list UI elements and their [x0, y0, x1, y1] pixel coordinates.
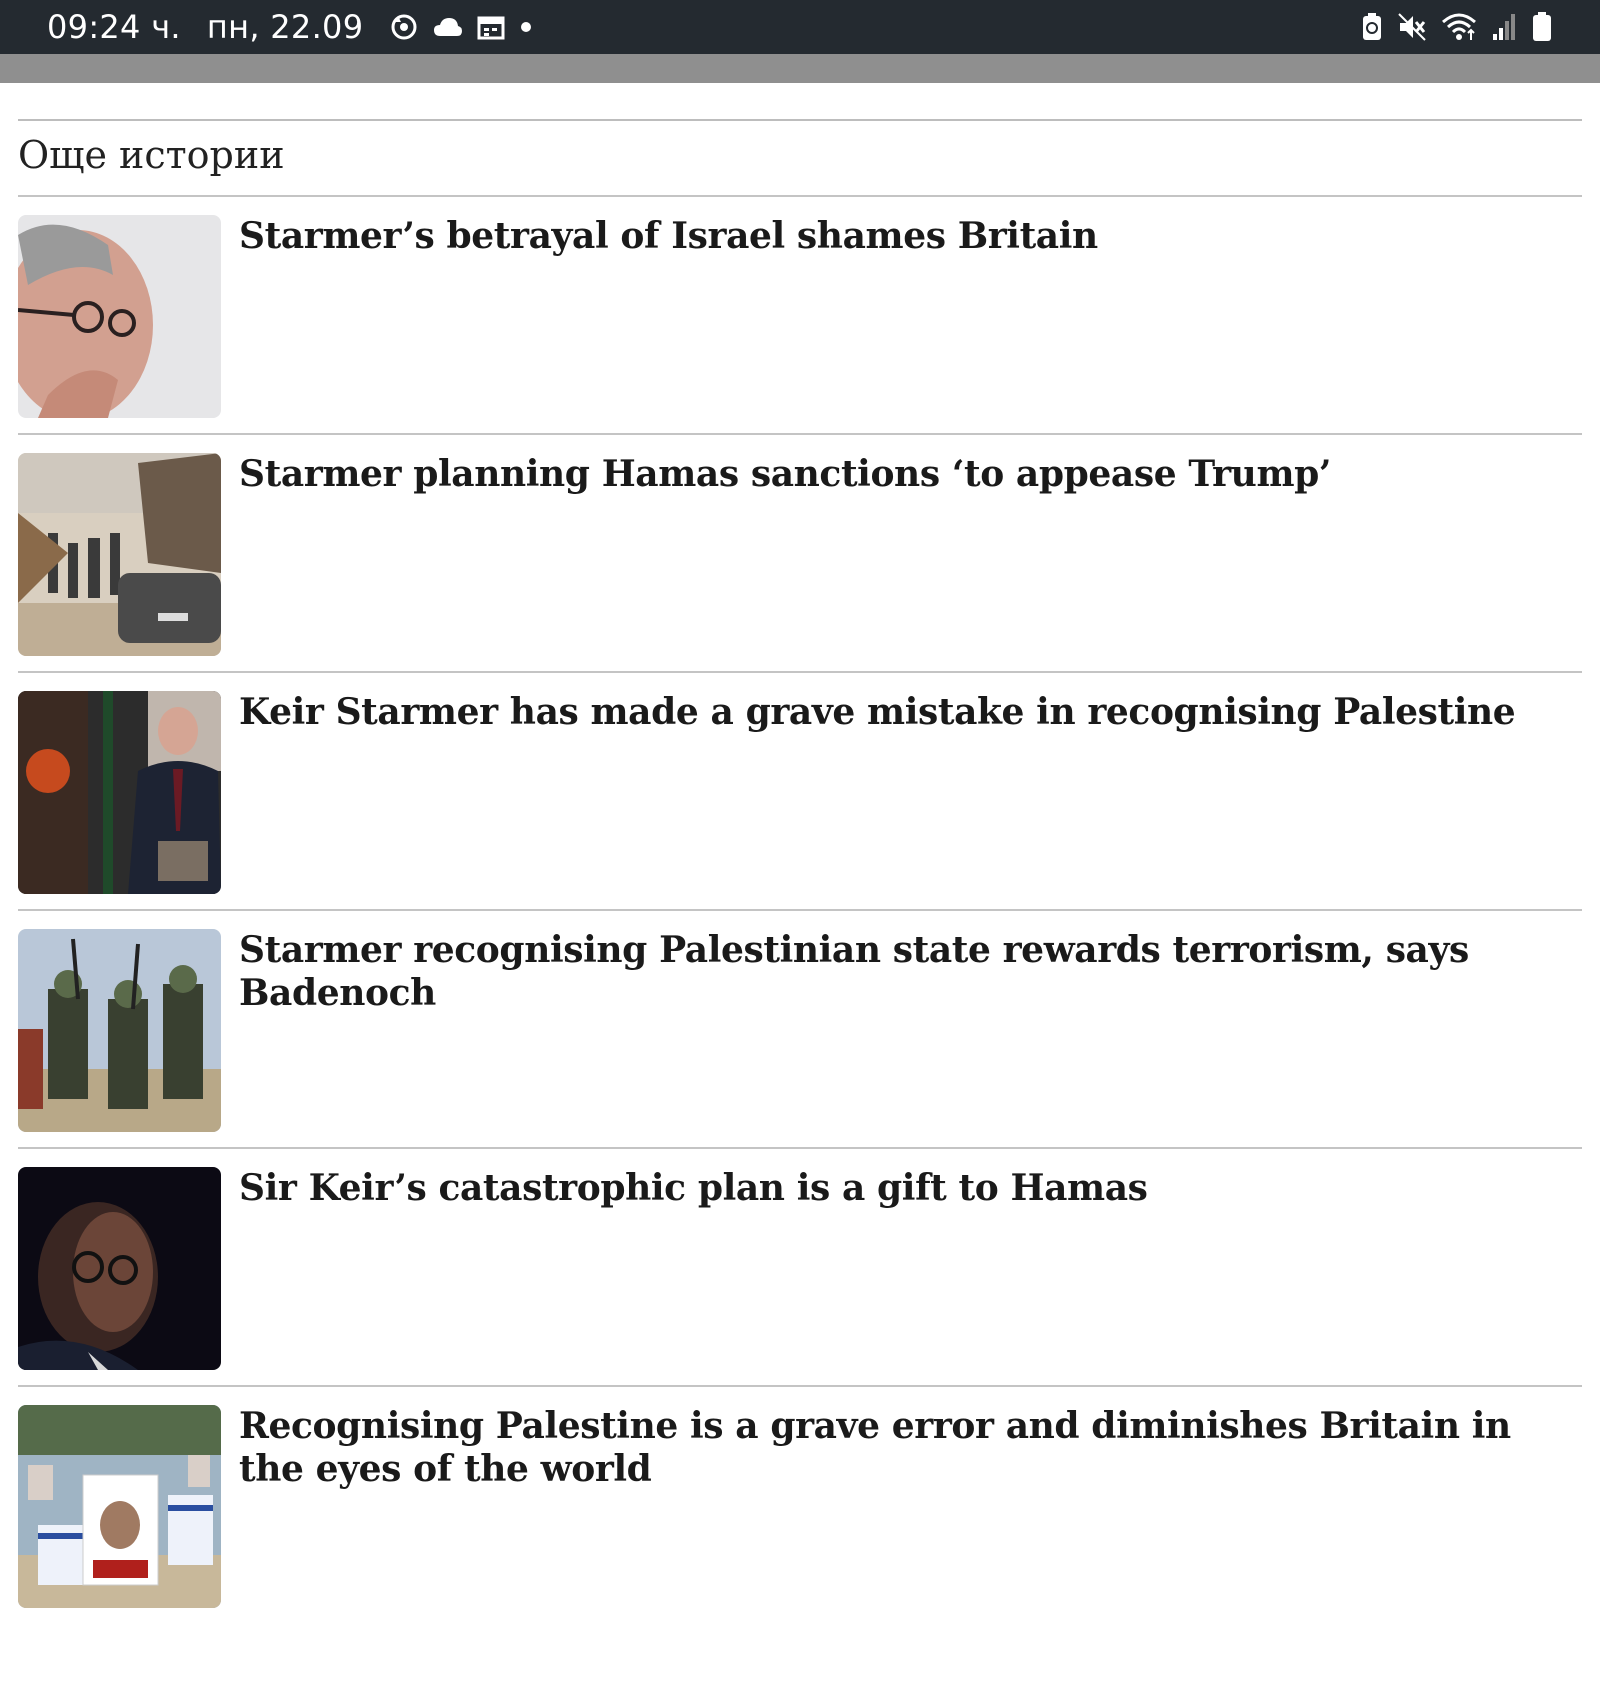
- story-headline[interactable]: Starmer recognising Palestinian state re…: [239, 929, 1579, 1015]
- story-thumbnail[interactable]: [18, 1405, 221, 1608]
- status-time: 09:24 ч.: [47, 8, 181, 46]
- toolbar-strip: [0, 54, 1600, 83]
- story-thumbnail[interactable]: [18, 1167, 221, 1370]
- battery-saver-icon: [1361, 12, 1383, 42]
- signal-icon: [1491, 12, 1517, 42]
- story-headline[interactable]: Starmer planning Hamas sanctions ‘to app…: [239, 453, 1331, 496]
- dot-icon: [519, 20, 533, 34]
- section-title: Още истории: [18, 133, 285, 177]
- story-item[interactable]: Recognising Palestine is a grave error a…: [18, 1387, 1582, 1625]
- story-headline[interactable]: Recognising Palestine is a grave error a…: [239, 1405, 1579, 1491]
- story-thumbnail[interactable]: [18, 691, 221, 894]
- calendar-icon: [477, 14, 505, 40]
- story-headline[interactable]: Keir Starmer has made a grave mistake in…: [239, 691, 1516, 734]
- status-left-icons: [389, 12, 533, 42]
- story-item[interactable]: Sir Keir’s catastrophic plan is a gift t…: [18, 1149, 1582, 1387]
- battery-icon: [1531, 11, 1553, 43]
- mute-icon: [1397, 12, 1427, 42]
- story-item[interactable]: Starmer’s betrayal of Israel shames Brit…: [18, 197, 1582, 435]
- wifi-icon: [1441, 12, 1477, 42]
- status-date: пн, 22.09: [206, 8, 364, 46]
- story-item[interactable]: Starmer planning Hamas sanctions ‘to app…: [18, 435, 1582, 673]
- more-stories-section: Още истории Starmer’s betrayal of Israel…: [0, 119, 1600, 1625]
- story-thumbnail[interactable]: [18, 929, 221, 1132]
- story-thumbnail[interactable]: [18, 215, 221, 418]
- status-bar: 09:24 ч. пн, 22.09: [0, 0, 1600, 54]
- story-thumbnail[interactable]: [18, 453, 221, 656]
- story-list: Starmer’s betrayal of Israel shames Brit…: [18, 197, 1582, 1625]
- cloud-icon: [433, 16, 463, 38]
- story-item[interactable]: Starmer recognising Palestinian state re…: [18, 911, 1582, 1149]
- story-item[interactable]: Keir Starmer has made a grave mistake in…: [18, 673, 1582, 911]
- story-headline[interactable]: Sir Keir’s catastrophic plan is a gift t…: [239, 1167, 1148, 1210]
- sync-icon: [389, 12, 419, 42]
- story-headline[interactable]: Starmer’s betrayal of Israel shames Brit…: [239, 215, 1098, 258]
- status-right-icons: [1361, 11, 1553, 43]
